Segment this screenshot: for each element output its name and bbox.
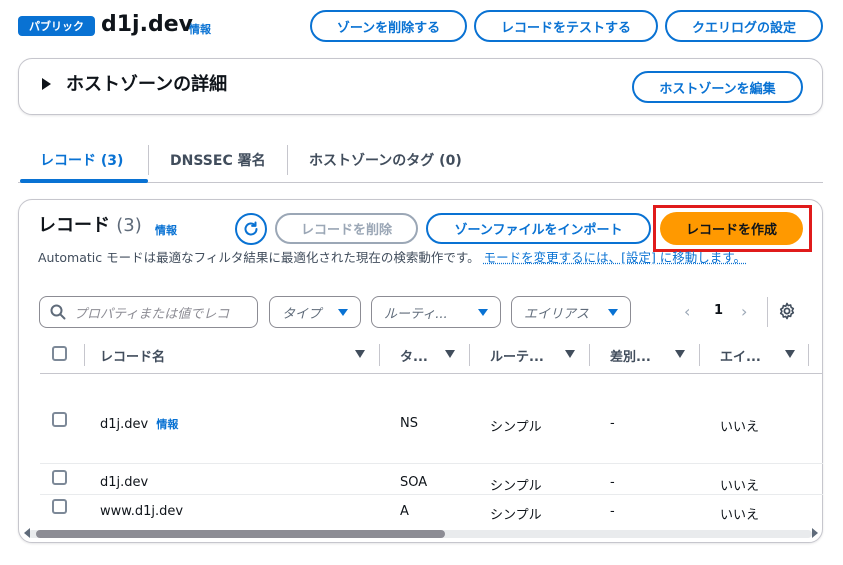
change-mode-link[interactable]: モードを変更するには、[設定] に移動します。: [484, 250, 746, 265]
records-title: レコード: [38, 215, 110, 236]
public-badge: パブリック: [18, 16, 95, 36]
search-icon: [50, 304, 66, 320]
sort-icon[interactable]: [355, 350, 365, 358]
scroll-right-icon[interactable]: [812, 528, 818, 538]
record-type: A: [400, 504, 409, 519]
tab-records[interactable]: レコード (3): [40, 148, 123, 172]
column-header-differentiator[interactable]: 差別...: [610, 346, 651, 365]
record-routing: シンプル: [490, 479, 542, 494]
sort-icon[interactable]: [675, 350, 685, 358]
delete-zone-button[interactable]: ゾーンを削除する: [310, 10, 467, 42]
record-differentiator: -: [610, 504, 615, 519]
table-header-border: [40, 373, 823, 374]
tab-divider: [148, 145, 149, 175]
record-routing: シンプル: [490, 508, 542, 523]
expand-caret-icon[interactable]: [42, 78, 51, 90]
dropdown-arrow-icon: [338, 308, 348, 316]
column-divider: [808, 344, 809, 366]
page-title: d1j.dev: [101, 12, 193, 37]
info-link[interactable]: 情報: [189, 21, 211, 37]
column-header-routing[interactable]: ルーテ...: [490, 346, 544, 365]
column-divider: [699, 344, 700, 366]
column-divider: [379, 344, 380, 366]
row-checkbox[interactable]: [52, 412, 67, 427]
record-alias: いいえ: [720, 508, 760, 523]
alias-filter-select[interactable]: エイリアス: [511, 296, 631, 328]
record-name-cell: d1j.dev 情報: [100, 416, 178, 432]
records-heading: レコード (3): [38, 213, 142, 239]
dropdown-arrow-icon: [608, 308, 618, 316]
records-info-link[interactable]: 情報: [155, 222, 177, 238]
search-mode-description: Automatic モードは最適なフィルタ結果に最適化された現在の検索動作です。…: [38, 249, 808, 267]
row-checkbox[interactable]: [52, 499, 67, 514]
highlight-annotation: [653, 205, 812, 252]
record-name: d1j.dev: [100, 417, 149, 432]
column-header-alias[interactable]: エイ...: [720, 346, 761, 365]
horizontal-scrollbar-thumb[interactable]: [36, 530, 445, 538]
tab-tags[interactable]: ホストゾーンのタグ (0): [309, 148, 462, 172]
record-alias: いいえ: [720, 420, 760, 435]
column-header-record-name[interactable]: レコード名: [100, 346, 165, 365]
alias-filter-label: エイリアス: [524, 306, 590, 322]
current-page[interactable]: 1: [714, 303, 723, 318]
refresh-icon: [244, 221, 258, 236]
import-zone-file-button[interactable]: ゾーンファイルをインポート: [426, 213, 651, 244]
record-differentiator: -: [610, 416, 615, 431]
search-input[interactable]: プロパティまたは値でレコ: [39, 296, 258, 328]
tab-dnssec[interactable]: DNSSEC 署名: [170, 148, 266, 172]
type-filter-label: タイプ: [282, 306, 322, 322]
sort-icon[interactable]: [445, 350, 455, 358]
test-record-button[interactable]: レコードをテストする: [474, 10, 658, 42]
record-type: NS: [400, 416, 418, 431]
gear-icon[interactable]: [778, 302, 796, 324]
record-differentiator: -: [610, 475, 615, 490]
sort-icon[interactable]: [785, 350, 795, 358]
records-count: (3): [116, 215, 142, 236]
record-info-link[interactable]: 情報: [156, 418, 178, 431]
scroll-left-icon[interactable]: [24, 528, 30, 538]
row-checkbox[interactable]: [52, 470, 67, 485]
description-text: Automatic モードは最適なフィルタ結果に最適化された現在の検索動作です。: [38, 250, 480, 265]
record-name: d1j.dev: [100, 475, 149, 490]
details-toggle-title[interactable]: ホストゾーンの詳細: [66, 72, 227, 98]
record-routing: シンプル: [490, 420, 542, 435]
active-tab-indicator: [20, 179, 148, 183]
refresh-button[interactable]: [235, 213, 267, 245]
column-divider: [84, 344, 85, 366]
search-placeholder: プロパティまたは値でレコ: [74, 306, 230, 322]
record-alias: いいえ: [720, 479, 760, 494]
edit-hosted-zone-button[interactable]: ホストゾーンを編集: [632, 71, 803, 103]
delete-records-button[interactable]: レコードを削除: [275, 213, 418, 244]
column-divider: [589, 344, 590, 366]
row-divider: [40, 494, 823, 495]
previous-page-icon[interactable]: ‹: [684, 302, 690, 321]
column-header-type[interactable]: タ...: [400, 346, 428, 365]
next-page-icon[interactable]: ›: [741, 302, 747, 321]
query-log-button[interactable]: クエリログの設定: [665, 10, 823, 42]
record-name: www.d1j.dev: [100, 504, 184, 519]
type-filter-select[interactable]: タイプ: [269, 296, 361, 328]
pager-divider: [767, 297, 768, 327]
row-divider: [40, 463, 823, 464]
sort-icon[interactable]: [565, 350, 575, 358]
routing-filter-select[interactable]: ルーティ...: [371, 296, 501, 328]
tab-divider: [287, 145, 288, 175]
select-all-checkbox[interactable]: [52, 346, 67, 361]
record-type: SOA: [400, 475, 428, 490]
routing-filter-label: ルーティ...: [384, 306, 448, 322]
column-divider: [469, 344, 470, 366]
dropdown-arrow-icon: [478, 308, 488, 316]
